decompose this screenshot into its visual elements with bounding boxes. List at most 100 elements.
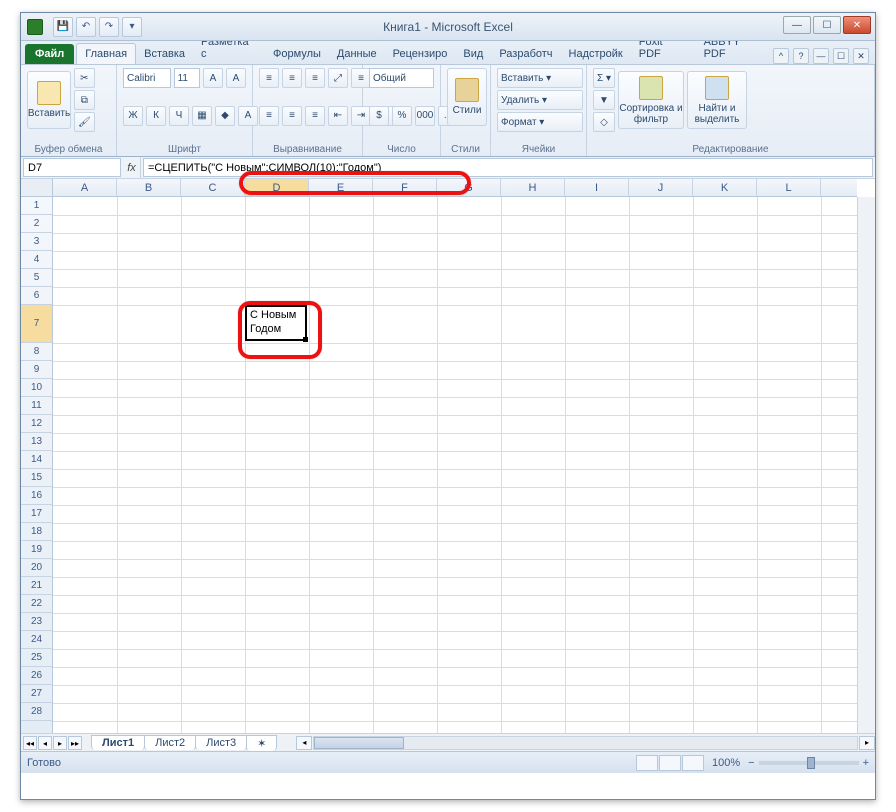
col-header-G[interactable]: G [437,179,501,196]
shrink-font-button[interactable]: A [226,68,246,88]
row-header-28[interactable]: 28 [21,703,52,721]
row-header-3[interactable]: 3 [21,233,52,251]
row-header-13[interactable]: 13 [21,433,52,451]
fx-icon[interactable]: fx [123,157,141,178]
row-header-18[interactable]: 18 [21,523,52,541]
grow-font-button[interactable]: A [203,68,223,88]
tab-nav-next[interactable]: ▸ [53,736,67,750]
hscroll-right[interactable]: ▸ [859,736,875,750]
row-header-19[interactable]: 19 [21,541,52,559]
zoom-out[interactable]: − [748,757,754,769]
tab-view[interactable]: Вид [455,44,491,64]
delete-cells-button[interactable]: Удалить ▾ [497,90,583,110]
row-header-7[interactable]: 7 [21,305,52,343]
row-header-17[interactable]: 17 [21,505,52,523]
tab-developer[interactable]: Разработч [491,44,560,64]
sheet-tab-2[interactable]: Лист2 [144,735,196,750]
col-header-K[interactable]: K [693,179,757,196]
doc-close-icon[interactable]: ✕ [853,48,869,64]
col-header-L[interactable]: L [757,179,821,196]
tab-nav-first[interactable]: ◂◂ [23,736,37,750]
fill-button[interactable]: ▼ [593,90,615,110]
row-header-26[interactable]: 26 [21,667,52,685]
col-header-D[interactable]: D [245,179,309,196]
tab-nav-last[interactable]: ▸▸ [68,736,82,750]
col-header-C[interactable]: C [181,179,245,196]
align-center[interactable]: ≡ [282,106,302,126]
qat-redo[interactable]: ↷ [99,17,119,37]
tab-addins[interactable]: Надстройк [561,44,631,64]
col-header-H[interactable]: H [501,179,565,196]
currency-button[interactable]: $ [369,106,389,126]
view-page-layout[interactable] [659,755,681,771]
align-mid[interactable]: ≡ [282,68,302,88]
col-header-I[interactable]: I [565,179,629,196]
hscroll-track[interactable] [313,736,858,750]
percent-button[interactable]: % [392,106,412,126]
hscroll-left[interactable]: ◂ [296,736,312,750]
copy-button[interactable]: ⧉ [74,90,95,110]
tab-home[interactable]: Главная [76,43,136,64]
row-header-24[interactable]: 24 [21,631,52,649]
col-header-J[interactable]: J [629,179,693,196]
row-header-23[interactable]: 23 [21,613,52,631]
fill-color-button[interactable]: ◆ [215,106,235,126]
row-header-1[interactable]: 1 [21,197,52,215]
row-header-5[interactable]: 5 [21,269,52,287]
zoom-slider[interactable] [759,761,859,765]
orientation-button[interactable]: ⤢ [328,68,348,88]
format-cells-button[interactable]: Формат ▾ [497,112,583,132]
name-box[interactable]: D7 [23,158,121,177]
align-top[interactable]: ≡ [259,68,279,88]
row-header-10[interactable]: 10 [21,379,52,397]
tab-formulas[interactable]: Формулы [265,44,329,64]
row-header-15[interactable]: 15 [21,469,52,487]
row-header-14[interactable]: 14 [21,451,52,469]
sort-filter-button[interactable]: Сортировка и фильтр [618,71,684,129]
tab-data[interactable]: Данные [329,44,385,64]
align-bot[interactable]: ≡ [305,68,325,88]
col-header-A[interactable]: A [53,179,117,196]
vertical-scrollbar[interactable] [857,197,875,733]
row-header-8[interactable]: 8 [21,343,52,361]
minimize-button[interactable]: — [783,16,811,34]
row-header-12[interactable]: 12 [21,415,52,433]
row-header-25[interactable]: 25 [21,649,52,667]
qat-save[interactable]: 💾 [53,17,73,37]
new-sheet-button[interactable]: ✶ [246,735,277,751]
doc-min-icon[interactable]: — [813,48,829,64]
font-size-combo[interactable]: 11 [174,68,200,88]
italic-button[interactable]: К [146,106,166,126]
border-button[interactable]: ▦ [192,106,212,126]
row-header-27[interactable]: 27 [21,685,52,703]
find-select-button[interactable]: Найти и выделить [687,71,747,129]
clear-button[interactable]: ◇ [593,112,615,132]
comma-button[interactable]: 000 [415,106,435,126]
row-header-20[interactable]: 20 [21,559,52,577]
sheet-tab-3[interactable]: Лист3 [195,735,247,750]
align-right[interactable]: ≡ [305,106,325,126]
row-header-11[interactable]: 11 [21,397,52,415]
row-header-16[interactable]: 16 [21,487,52,505]
underline-button[interactable]: Ч [169,106,189,126]
row-header-21[interactable]: 21 [21,577,52,595]
ribbon-collapse-icon[interactable]: ^ [773,48,789,64]
font-name-combo[interactable]: Calibri [123,68,171,88]
maximize-button[interactable]: ☐ [813,16,841,34]
qat-undo[interactable]: ↶ [76,17,96,37]
col-header-E[interactable]: E [309,179,373,196]
file-tab[interactable]: Файл [25,44,74,64]
active-cell[interactable]: С Новым Годом [245,305,307,341]
tab-review[interactable]: Рецензиро [385,44,456,64]
paste-button[interactable]: Вставить [27,71,71,129]
autosum-button[interactable]: Σ ▾ [593,68,615,88]
col-header-F[interactable]: F [373,179,437,196]
doc-max-icon[interactable]: ☐ [833,48,849,64]
hscroll-thumb[interactable] [314,737,404,749]
row-header-6[interactable]: 6 [21,287,52,305]
indent-dec[interactable]: ⇤ [328,106,348,126]
qat-more[interactable]: ▾ [122,17,142,37]
formula-bar[interactable]: =СЦЕПИТЬ("С Новым";СИМВОЛ(10);"Годом") [143,158,873,177]
row-header-22[interactable]: 22 [21,595,52,613]
close-button[interactable]: ✕ [843,16,871,34]
